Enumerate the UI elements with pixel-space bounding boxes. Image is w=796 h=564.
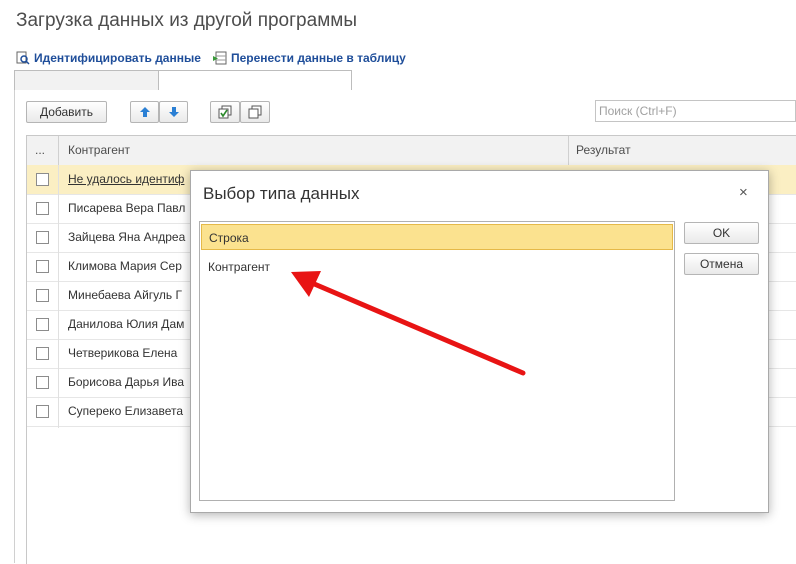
row-checkbox[interactable] <box>36 376 49 389</box>
search-input[interactable]: Поиск (Ctrl+F) <box>595 100 796 122</box>
row-counterparty[interactable]: Минебаева Айгуль Г <box>68 288 190 302</box>
row-counterparty[interactable]: Четверикова Елена <box>68 346 190 360</box>
row-checkbox[interactable] <box>36 347 49 360</box>
column-header-counterparty[interactable]: Контрагент <box>68 143 130 157</box>
column-header-mark[interactable]: ... <box>35 143 45 157</box>
tab-first[interactable] <box>14 70 160 91</box>
ok-button[interactable]: OK <box>684 222 759 244</box>
row-counterparty[interactable]: Зайцева Яна Андреа <box>68 230 190 244</box>
tab-second[interactable] <box>158 70 352 92</box>
row-checkbox[interactable] <box>36 260 49 273</box>
dialog-title: Выбор типа данных <box>203 184 360 203</box>
arrow-up-icon <box>139 107 150 117</box>
row-checkbox[interactable] <box>36 202 49 215</box>
transfer-table-icon <box>213 51 227 65</box>
row-checkbox[interactable] <box>36 405 49 418</box>
row-counterparty[interactable]: Писарева Вера Павл <box>68 201 190 215</box>
check-all-icon <box>218 105 232 119</box>
column-header-result[interactable]: Результат <box>576 143 631 157</box>
move-down-button[interactable] <box>159 101 188 123</box>
row-counterparty[interactable]: Данилова Юлия Дам <box>68 317 190 331</box>
column-divider <box>58 165 59 428</box>
transfer-data-label: Перенести данные в таблицу <box>231 51 406 65</box>
row-checkbox[interactable] <box>36 289 49 302</box>
move-up-button[interactable] <box>130 101 159 123</box>
row-counterparty[interactable]: Супереко Елизавета <box>68 404 190 418</box>
tab-strip <box>14 70 796 92</box>
row-counterparty[interactable]: Борисова Дарья Ива <box>68 375 190 389</box>
row-counterparty[interactable]: Не удалось идентиф <box>68 172 190 186</box>
add-button[interactable]: Добавить <box>26 101 107 123</box>
close-icon[interactable]: × <box>739 184 748 201</box>
identify-data-command[interactable]: Идентифицировать данные <box>16 51 201 65</box>
row-checkbox[interactable] <box>36 173 49 186</box>
window-title: Загрузка данных из другой программы <box>16 10 357 31</box>
uncheck-all-icon <box>248 105 262 119</box>
uncheck-all-button[interactable] <box>240 101 270 123</box>
row-checkbox[interactable] <box>36 231 49 244</box>
arrow-down-icon <box>168 107 179 117</box>
list-item-counterparty[interactable]: Контрагент <box>201 254 673 280</box>
identify-icon <box>16 51 30 65</box>
transfer-data-command[interactable]: Перенести данные в таблицу <box>213 51 406 65</box>
check-all-button[interactable] <box>210 101 240 123</box>
row-counterparty[interactable]: Климова Мария Сер <box>68 259 190 273</box>
select-data-type-dialog: Выбор типа данных × Строка Контрагент OK… <box>190 170 769 513</box>
list-item-string[interactable]: Строка <box>201 224 673 250</box>
row-checkbox[interactable] <box>36 318 49 331</box>
data-type-list: Строка Контрагент <box>199 221 675 501</box>
table-header: ... Контрагент Результат <box>27 136 796 166</box>
identify-data-label: Идентифицировать данные <box>34 51 201 65</box>
cancel-button[interactable]: Отмена <box>684 253 759 275</box>
